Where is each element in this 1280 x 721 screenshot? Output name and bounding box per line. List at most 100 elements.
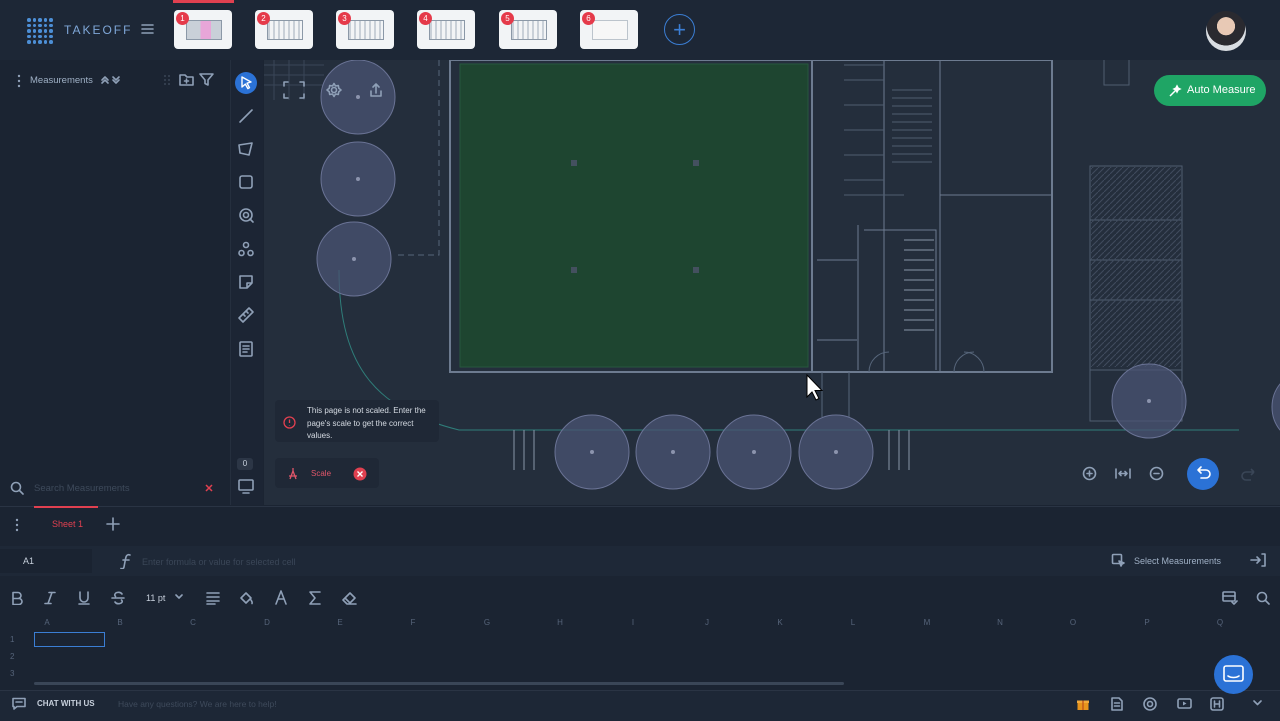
hamburger-menu-icon[interactable] [141,23,154,35]
row-header[interactable]: 3 [10,669,14,678]
active-page-indicator [173,0,234,3]
area-tool-icon[interactable] [236,139,256,159]
fit-width-icon[interactable] [1115,466,1131,481]
page-number-badge: 3 [338,12,351,25]
chat-input[interactable]: Have any questions? We are here to help! [118,699,277,709]
select-tool-button[interactable] [235,72,257,94]
select-measurements-icon[interactable] [1111,553,1125,567]
page-thumbnail-5[interactable]: 5 [499,10,557,49]
rectangle-tool-icon[interactable] [236,172,256,192]
linear-tool-icon[interactable] [236,106,256,126]
column-header[interactable]: I [623,618,643,627]
page-number-badge: 5 [501,12,514,25]
panel-menu-icon[interactable] [16,74,22,88]
gift-icon[interactable] [1076,697,1090,711]
add-page-button[interactable]: + [664,14,695,45]
collapse-expand-icon[interactable] [100,75,122,85]
page-thumbnail-6[interactable]: 6 [580,10,638,49]
italic-icon[interactable] [43,591,57,605]
column-header[interactable]: J [697,618,717,627]
column-header[interactable]: G [477,618,497,627]
column-header[interactable]: M [917,618,937,627]
chevron-down-icon[interactable] [1253,700,1262,706]
group-tool-icon[interactable] [236,239,256,259]
column-header[interactable]: E [330,618,350,627]
cell-reference: A1 [23,556,35,566]
sheet-tab-bar [0,506,1280,543]
page-number-badge: 4 [419,12,432,25]
share-icon[interactable] [368,82,384,98]
zoom-out-icon[interactable] [1149,466,1164,481]
measurement-search-input[interactable]: Search Measurements [34,483,130,494]
sum-icon[interactable] [308,591,322,605]
user-avatar[interactable] [1206,11,1246,51]
sheet-menu-icon[interactable] [14,518,20,532]
selected-cell-a1[interactable] [34,632,105,647]
column-header[interactable]: F [403,618,423,627]
measurements-panel [0,60,231,505]
scale-button[interactable]: Scale [311,469,331,478]
auto-measure-button[interactable]: Auto Measure [1154,75,1266,106]
filter-icon[interactable] [199,73,214,86]
add-sheet-icon[interactable] [106,517,120,531]
sheet-tab-1[interactable]: Sheet 1 [34,506,98,542]
column-header[interactable]: H [550,618,570,627]
app-name: TAKEOFF [64,23,133,37]
column-header[interactable]: A [37,618,57,627]
row-header[interactable]: 1 [10,635,14,644]
align-icon[interactable] [206,591,220,605]
export-sheet-icon[interactable] [1250,553,1266,567]
page-thumbnail-2[interactable]: 2 [255,10,313,49]
column-header[interactable]: O [1063,618,1083,627]
ruler-tool-icon[interactable] [236,305,256,325]
text-color-icon[interactable] [274,590,288,605]
column-header[interactable]: D [257,618,277,627]
page-thumbnail-1[interactable]: 1 [174,10,232,49]
column-header[interactable]: L [843,618,863,627]
font-size-select[interactable]: 11 pt [146,593,165,603]
column-header[interactable]: Q [1210,618,1230,627]
column-header[interactable]: K [770,618,790,627]
strikethrough-icon[interactable] [111,591,125,605]
new-folder-icon[interactable] [179,73,194,86]
scale-compass-icon[interactable] [287,467,299,480]
column-header[interactable]: B [110,618,130,627]
select-measurements-button[interactable]: Select Measurements [1134,556,1221,566]
page-thumbnail-4[interactable]: 4 [417,10,475,49]
help-icon[interactable] [1143,697,1157,711]
zoom-in-icon[interactable] [1082,466,1097,481]
sheet-tab-label: Sheet 1 [52,519,84,529]
column-header[interactable]: P [1137,618,1157,627]
undo-button[interactable] [1187,458,1219,490]
column-header[interactable]: C [183,618,203,627]
count-tool-icon[interactable] [236,205,256,225]
chat-with-us-label: CHAT WITH US [37,699,95,708]
clear-search-icon[interactable] [204,483,214,493]
underline-icon[interactable] [77,591,91,605]
page-thumbnail-3[interactable]: 3 [336,10,394,49]
video-icon[interactable] [1177,697,1192,711]
redo-button[interactable] [1236,462,1264,486]
fill-color-icon[interactable] [239,591,255,605]
bold-icon[interactable] [10,591,24,605]
chat-icon[interactable] [12,697,26,710]
auto-measure-label: Auto Measure [1187,84,1256,96]
presentation-icon[interactable] [236,476,256,496]
sheet-search-icon[interactable] [1256,591,1270,605]
dismiss-scale-icon[interactable] [353,467,367,481]
cell-reference-box[interactable]: A1 [0,549,92,573]
chat-launcher-button[interactable] [1214,655,1253,694]
table-settings-icon[interactable] [1222,591,1238,605]
row-header[interactable]: 2 [10,652,14,661]
legend-tool-icon[interactable] [236,339,256,359]
chevron-down-icon[interactable] [175,594,183,600]
settings-icon[interactable] [326,82,342,98]
column-header[interactable]: N [990,618,1010,627]
formula-input[interactable]: Enter formula or value for selected cell [142,557,296,567]
note-tool-icon[interactable] [236,272,256,292]
eraser-icon[interactable] [342,591,357,605]
hotkeys-icon[interactable] [1210,697,1224,711]
document-icon[interactable] [1110,697,1124,711]
function-icon [120,553,132,569]
horizontal-scrollbar[interactable] [34,682,844,685]
